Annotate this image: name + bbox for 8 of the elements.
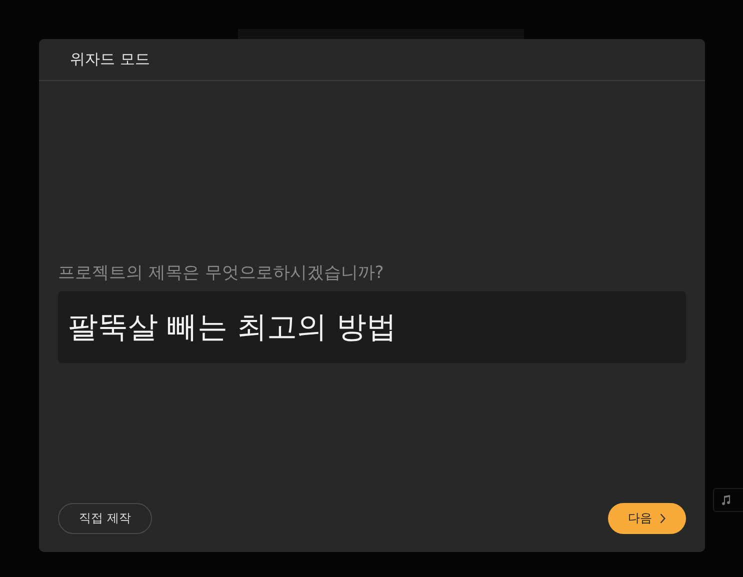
- manual-create-button[interactable]: 직접 제작: [58, 503, 152, 534]
- chevron-right-icon: [659, 513, 666, 524]
- music-button[interactable]: [713, 488, 743, 512]
- title-input-field[interactable]: 팔뚝살 빼는 최고의 방법: [58, 291, 686, 363]
- next-button[interactable]: 다음: [608, 503, 686, 534]
- music-note-icon: [720, 494, 732, 506]
- dialog-title: 위자드 모드: [70, 50, 150, 69]
- question-label: 프로젝트의 제목은 무엇으로하시겠습니까?: [58, 262, 385, 284]
